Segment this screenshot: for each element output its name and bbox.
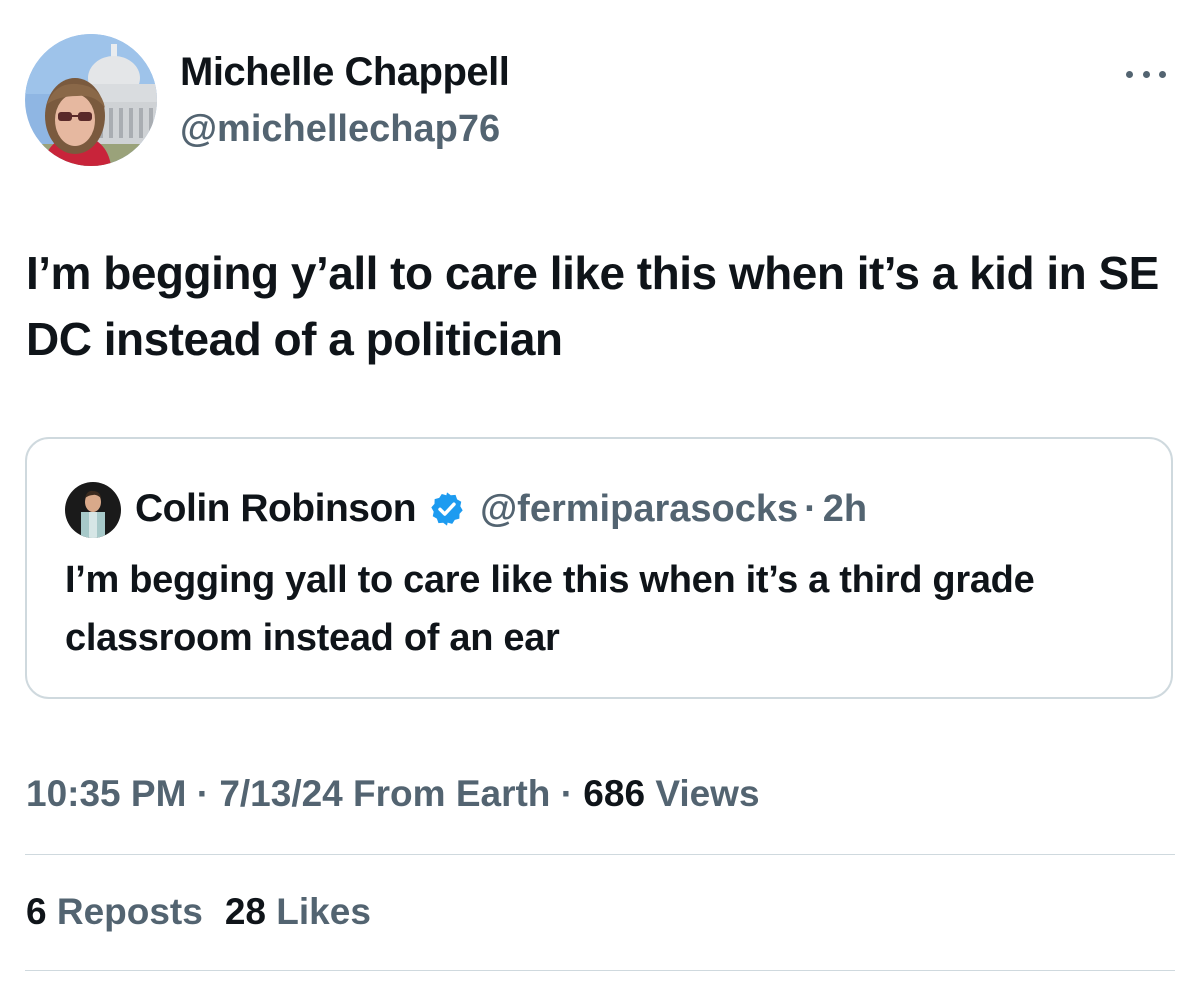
author-avatar-image <box>25 34 157 166</box>
meta-separator: · <box>196 773 210 814</box>
tweet-date[interactable]: 7/13/24 <box>219 773 342 814</box>
quoted-tweet-text: I’m begging yall to care like this when … <box>65 559 1035 659</box>
more-dot <box>1142 70 1150 78</box>
likes-link[interactable]: 28 Likes <box>225 891 371 932</box>
tweet-metadata: 10:35 PM · 7/13/24 From Earth · 686 View… <box>26 768 760 820</box>
meta-separator: · <box>560 773 574 814</box>
divider <box>25 970 1175 971</box>
likes-label: Likes <box>276 891 371 932</box>
quoted-author-avatar-image <box>65 482 121 538</box>
tweet-text: I’m begging y’all to care like this when… <box>26 247 1159 365</box>
tweet-source: From Earth <box>353 773 551 814</box>
quoted-author-avatar[interactable] <box>65 482 121 538</box>
more-options-icon[interactable] <box>1122 56 1170 92</box>
views-label[interactable]: Views <box>655 773 759 814</box>
tweet-time[interactable]: 10:35 PM <box>26 773 186 814</box>
quoted-separator: · <box>804 487 817 530</box>
reposts-label: Reposts <box>56 891 203 932</box>
author-display-name[interactable]: Michelle Chappell <box>180 46 510 98</box>
reposts-count: 6 <box>26 891 47 932</box>
verified-badge-icon <box>431 492 463 526</box>
author-avatar[interactable] <box>25 34 157 166</box>
more-dot <box>1126 70 1133 78</box>
views-count[interactable]: 686 <box>583 773 645 814</box>
author-handle[interactable]: @michellechap76 <box>180 104 500 154</box>
quoted-author-display-name[interactable]: Colin Robinson <box>135 487 417 531</box>
divider <box>25 854 1175 855</box>
quoted-author-handle[interactable]: @fermiparasocks <box>480 488 798 531</box>
quoted-tweet-time[interactable]: 2h <box>823 488 867 531</box>
quoted-tweet-card[interactable]: Colin Robinson @fermiparasocks · 2h I’m … <box>25 437 1173 699</box>
likes-count: 28 <box>224 891 266 932</box>
quoted-tweet-header: Colin Robinson @fermiparasocks · 2h <box>135 483 867 535</box>
reposts-link[interactable]: 6 Reposts <box>26 891 203 932</box>
more-dot <box>1159 70 1166 78</box>
engagement-stats: 6 Reposts 28 Likes <box>26 886 371 938</box>
